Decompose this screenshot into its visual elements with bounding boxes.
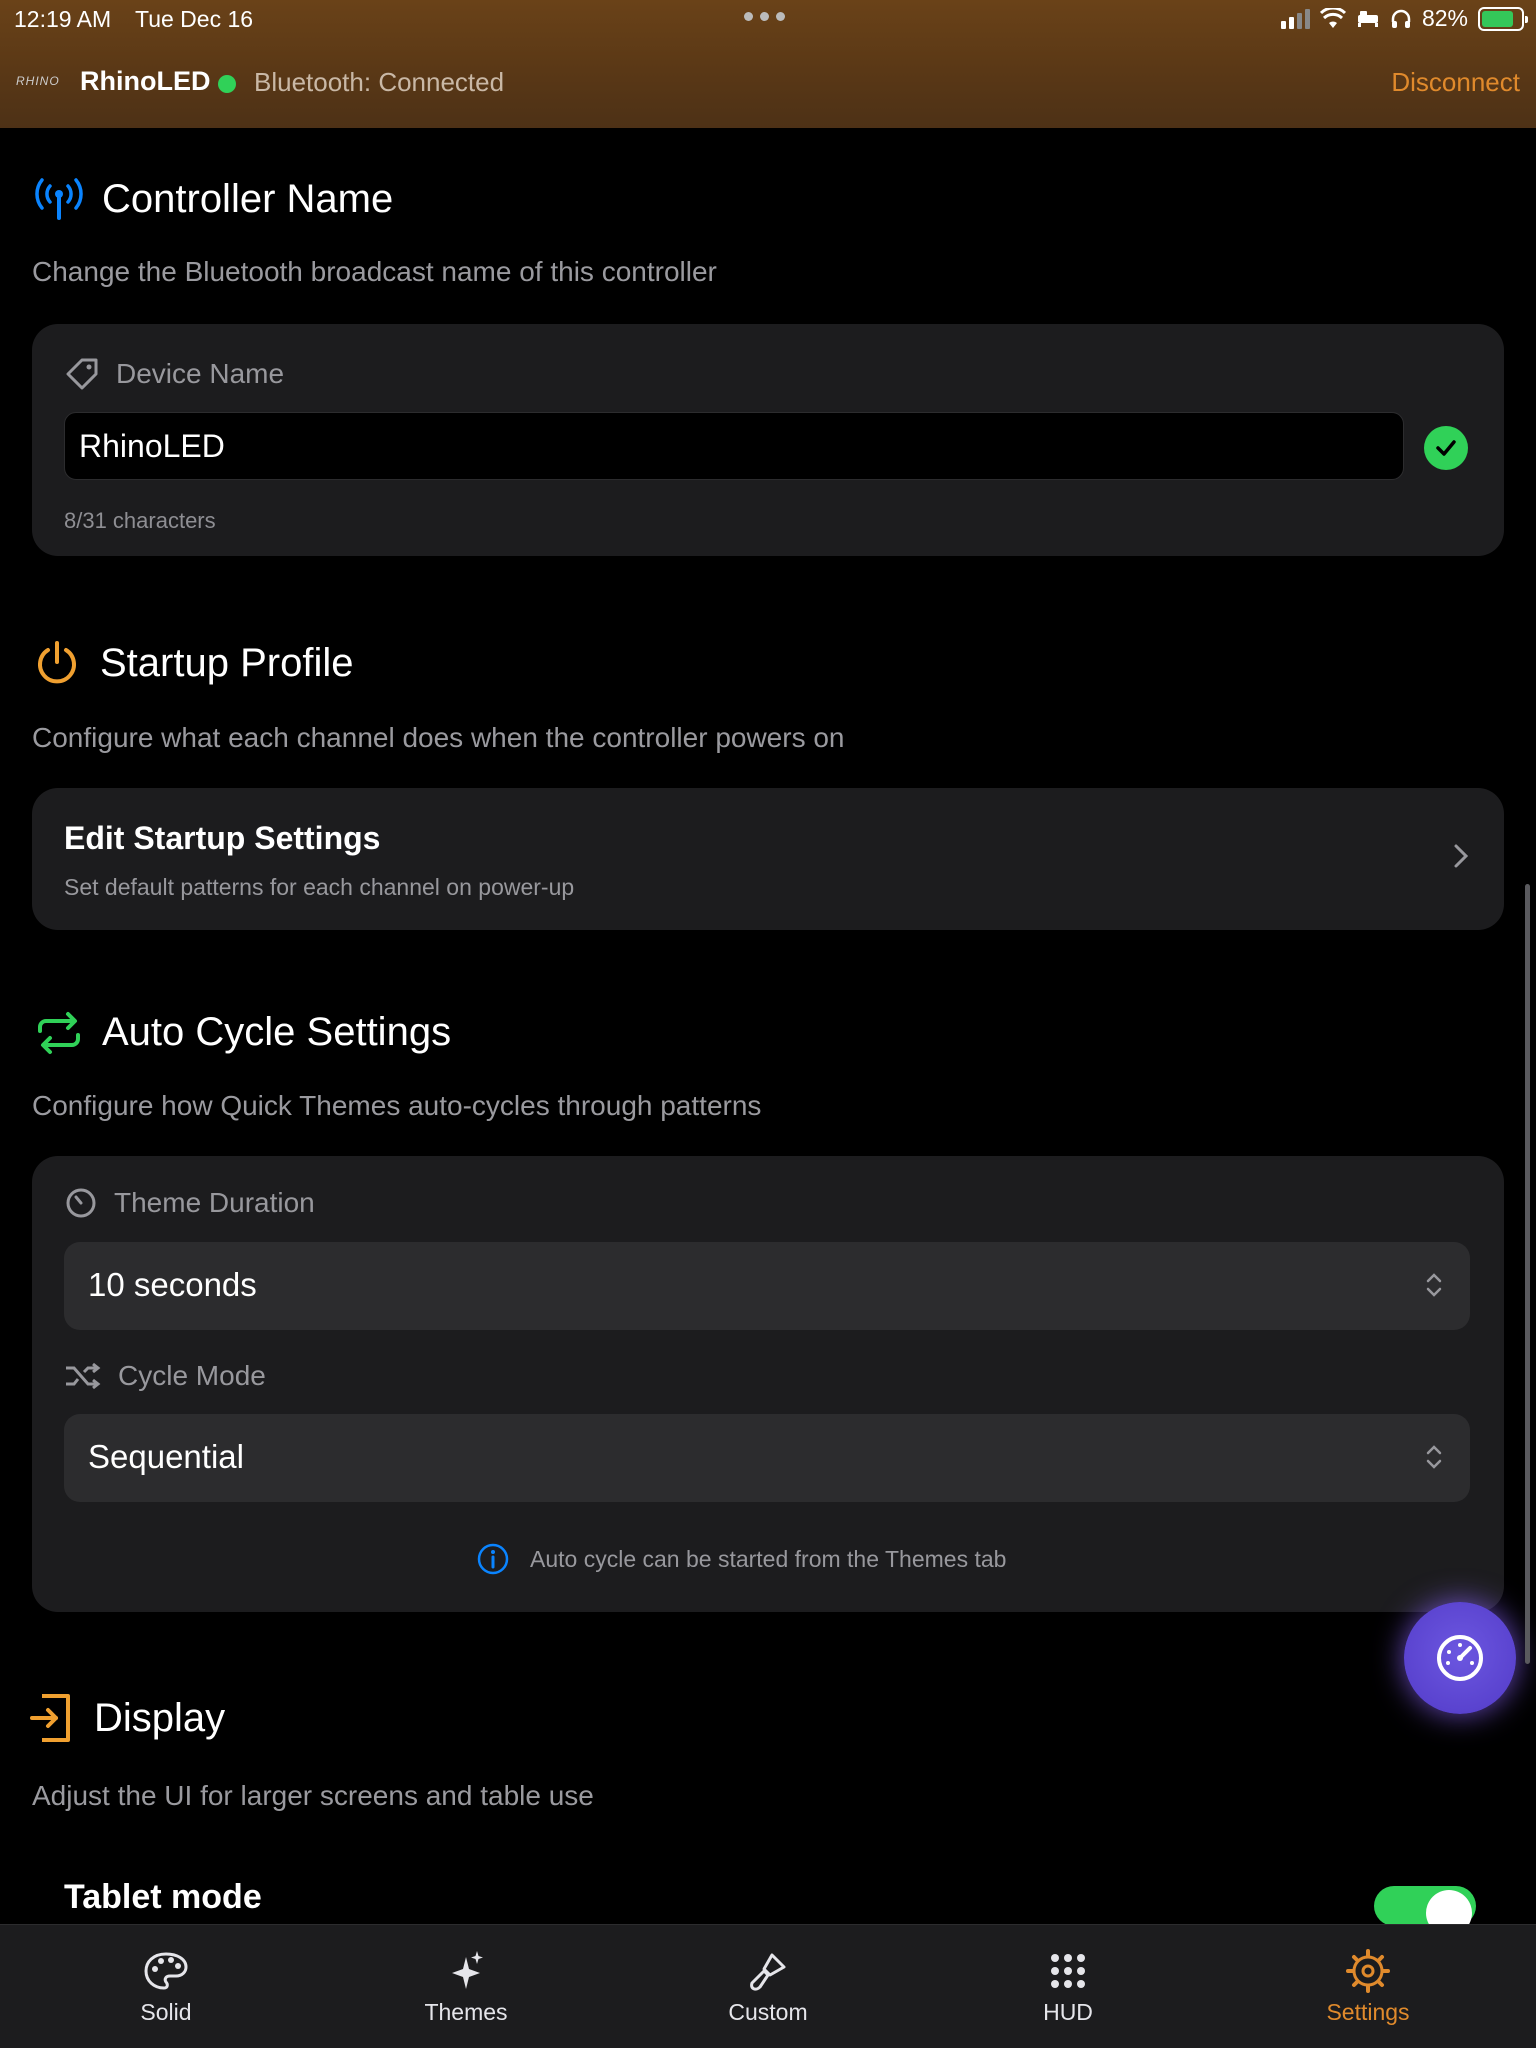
tab-bar: Solid Themes Custom HUD Settings bbox=[0, 1924, 1536, 2048]
cycle-mode-select[interactable]: Sequential bbox=[64, 1414, 1470, 1502]
paintbrush-icon bbox=[750, 1953, 786, 1991]
tab-settings-label: Settings bbox=[1326, 1999, 1410, 2025]
tab-hud-label: HUD bbox=[1043, 1999, 1093, 2025]
chevron-up-down-icon bbox=[1426, 1273, 1442, 1297]
antenna-icon bbox=[35, 178, 83, 220]
shuffle-icon bbox=[66, 1362, 101, 1390]
edit-startup-title: Edit Startup Settings bbox=[64, 820, 381, 856]
startup-profile-title: Startup Profile bbox=[100, 640, 354, 685]
character-count: 8/31 characters bbox=[64, 508, 216, 533]
device-name-label-row: Device Name bbox=[64, 356, 284, 392]
controller-name-subtitle: Change the Bluetooth broadcast name of t… bbox=[32, 256, 717, 287]
chevron-up-down-icon bbox=[1426, 1445, 1442, 1469]
auto-cycle-note-text: Auto cycle can be started from the Theme… bbox=[530, 1545, 1007, 1572]
rhino-logo: RHINO bbox=[16, 74, 60, 88]
auto-cycle-subtitle: Configure how Quick Themes auto-cycles t… bbox=[32, 1090, 762, 1121]
sparkles-icon bbox=[452, 1951, 483, 1989]
battery-icon bbox=[1478, 6, 1528, 31]
auto-cycle-note: Auto cycle can be started from the Theme… bbox=[476, 1542, 1006, 1576]
edit-startup-subtitle: Set default patterns for each channel on… bbox=[64, 874, 575, 900]
tab-solid-label: Solid bbox=[140, 1999, 192, 2025]
repeat-icon bbox=[38, 1011, 80, 1054]
wifi-icon bbox=[1319, 7, 1346, 28]
scrollbar[interactable] bbox=[1525, 884, 1530, 1664]
tab-themes-label: Themes bbox=[424, 1999, 508, 2025]
controller-name-title: Controller Name bbox=[102, 176, 394, 221]
edit-startup-settings-row[interactable]: Edit Startup Settings Set default patter… bbox=[32, 788, 1504, 930]
device-name-label: Device Name bbox=[116, 358, 285, 389]
tablet-mode-label: Tablet mode bbox=[64, 1878, 262, 1916]
bluetooth-status: Bluetooth: Connected bbox=[254, 67, 505, 97]
auto-cycle-card: Theme Duration 10 seconds Cycle Mode Seq… bbox=[32, 1156, 1504, 1612]
grid-icon bbox=[1051, 1954, 1085, 1988]
timer-icon bbox=[66, 1188, 96, 1218]
tablet-mode-toggle[interactable] bbox=[1374, 1886, 1476, 1936]
display-title: Display bbox=[94, 1695, 226, 1740]
tag-icon bbox=[66, 358, 98, 390]
speedometer-icon bbox=[1437, 1635, 1483, 1681]
cycle-mode-value: Sequential bbox=[88, 1438, 244, 1475]
power-icon bbox=[38, 641, 76, 684]
palette-icon bbox=[144, 1952, 188, 1990]
device-name-card: Device Name 8/31 characters bbox=[32, 324, 1504, 556]
status-time: 12:19 AM bbox=[14, 6, 112, 32]
status-bar: 12:19 AM Tue Dec 16 82% bbox=[0, 0, 1536, 40]
tab-themes[interactable]: Themes bbox=[386, 1949, 546, 2026]
theme-duration-value: 10 seconds bbox=[88, 1266, 257, 1303]
gear-icon bbox=[1346, 1949, 1390, 1993]
tab-custom[interactable]: Custom bbox=[688, 1949, 848, 2026]
top-bar: 12:19 AM Tue Dec 16 82% RHINO RhinoLED B… bbox=[0, 0, 1536, 128]
tab-settings[interactable]: Settings bbox=[1288, 1949, 1448, 2026]
cycle-mode-label-row: Cycle Mode bbox=[64, 1360, 266, 1392]
display-heading: Display bbox=[28, 1692, 225, 1744]
headphones-icon bbox=[1391, 9, 1411, 28]
chevron-right-icon bbox=[1454, 844, 1469, 868]
controller-name-heading: Controller Name bbox=[34, 176, 393, 222]
checkmark-icon bbox=[1436, 440, 1456, 456]
status-right: 82% bbox=[1280, 5, 1528, 32]
cycle-mode-label: Cycle Mode bbox=[118, 1360, 266, 1391]
disconnect-button[interactable]: Disconnect bbox=[1391, 67, 1520, 98]
battery-percent: 82% bbox=[1421, 5, 1468, 31]
auto-cycle-heading: Auto Cycle Settings bbox=[34, 1010, 451, 1055]
save-name-button[interactable] bbox=[1424, 426, 1468, 470]
startup-profile-subtitle: Configure what each channel does when th… bbox=[32, 722, 845, 753]
sign-in-icon bbox=[30, 1694, 70, 1742]
bed-icon bbox=[1357, 10, 1378, 27]
status-date: Tue Dec 16 bbox=[135, 6, 254, 32]
startup-profile-heading: Startup Profile bbox=[32, 638, 353, 688]
cellular-signal-icon bbox=[1280, 8, 1310, 29]
auto-cycle-title: Auto Cycle Settings bbox=[102, 1010, 452, 1054]
display-subtitle: Adjust the UI for larger screens and tab… bbox=[32, 1780, 594, 1811]
app-header: RHINO RhinoLED Bluetooth: Connected Disc… bbox=[0, 60, 1536, 106]
app-name: RhinoLED bbox=[80, 66, 211, 96]
hud-gauge-fab[interactable] bbox=[1404, 1602, 1516, 1714]
theme-duration-label-row: Theme Duration bbox=[64, 1186, 315, 1220]
info-icon bbox=[477, 1543, 509, 1575]
connection-status-dot bbox=[218, 75, 236, 93]
multitasking-dots[interactable] bbox=[744, 12, 785, 21]
theme-duration-label: Theme Duration bbox=[114, 1187, 315, 1218]
theme-duration-select[interactable]: 10 seconds bbox=[64, 1242, 1470, 1330]
tab-custom-label: Custom bbox=[728, 1999, 808, 2025]
tab-solid[interactable]: Solid bbox=[86, 1949, 246, 2026]
device-name-input[interactable] bbox=[64, 412, 1404, 480]
tab-hud[interactable]: HUD bbox=[988, 1949, 1148, 2026]
